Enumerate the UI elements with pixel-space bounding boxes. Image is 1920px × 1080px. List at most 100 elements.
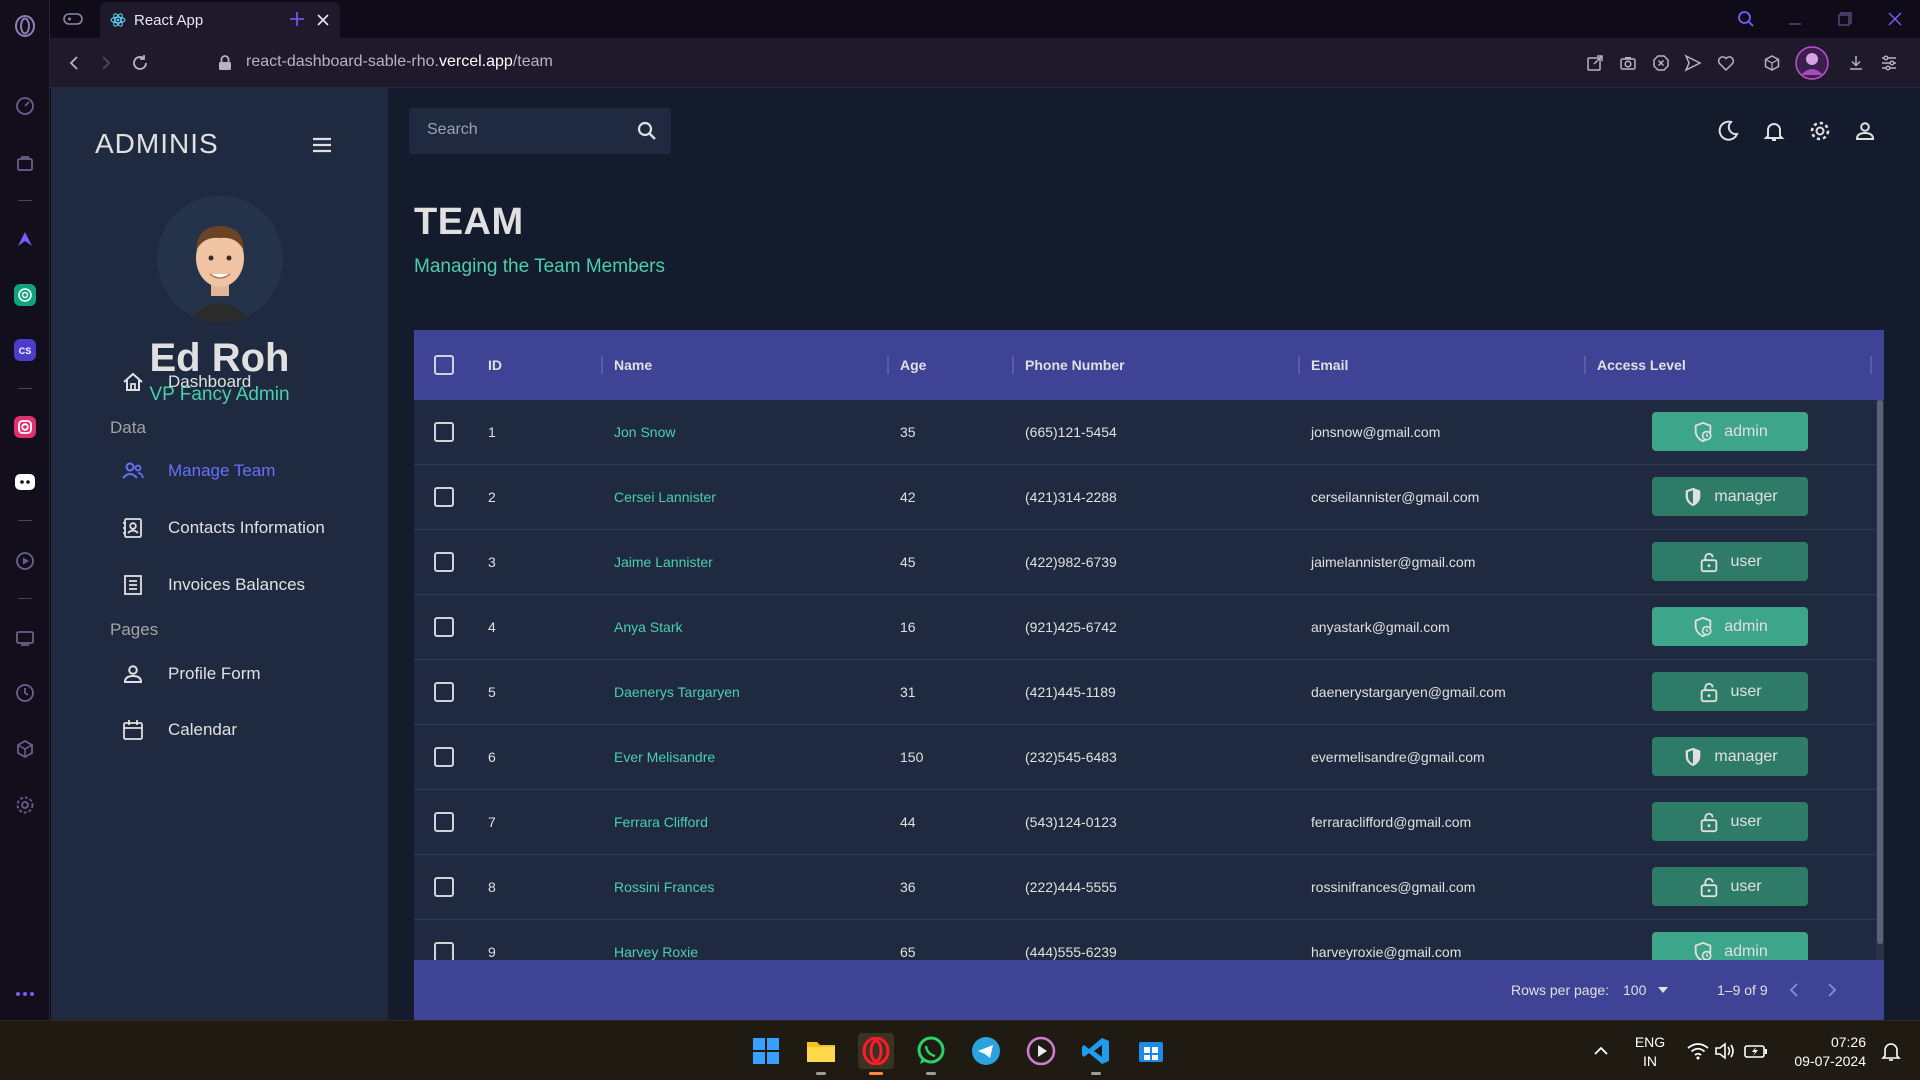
sidebar-item-calendar[interactable]: Calendar bbox=[120, 710, 237, 750]
search-input[interactable]: Search bbox=[409, 108, 671, 154]
table-row[interactable]: 5 Daenerys Targaryen 31 (421)445-1189 daener… bbox=[414, 660, 1876, 725]
heart-icon[interactable] bbox=[1714, 51, 1738, 75]
next-page-icon[interactable] bbox=[1826, 960, 1838, 1020]
sidebar-item-dashboard[interactable]: Dashboard bbox=[120, 362, 251, 402]
telegram-icon[interactable] bbox=[968, 1033, 1004, 1069]
lock-icon bbox=[213, 51, 237, 75]
row-checkbox[interactable] bbox=[434, 920, 454, 960]
sidebar-item-invoices[interactable]: Invoices Balances bbox=[120, 565, 305, 605]
row-checkbox[interactable] bbox=[434, 400, 454, 464]
history-icon[interactable] bbox=[12, 680, 38, 706]
battery-icon[interactable] bbox=[1738, 1033, 1774, 1069]
table-row[interactable]: 3 Jaime Lannister 45 (422)982-6739 jaimelann… bbox=[414, 530, 1876, 595]
whatsapp-icon[interactable] bbox=[913, 1033, 949, 1075]
tabs-icon[interactable] bbox=[12, 625, 38, 651]
table-row[interactable]: 9 Harvey Roxie 65 (444)555-6239 harveyroxie@… bbox=[414, 920, 1876, 960]
language-indicator[interactable]: ENG IN bbox=[1625, 1033, 1675, 1071]
media-player-icon[interactable] bbox=[1023, 1033, 1059, 1069]
vscode-icon[interactable] bbox=[1078, 1033, 1114, 1075]
extensions-icon[interactable] bbox=[12, 736, 38, 762]
page-title: TEAM bbox=[414, 201, 524, 243]
settings-icon[interactable] bbox=[1806, 117, 1834, 145]
aria-ai-icon[interactable] bbox=[12, 226, 38, 252]
select-all-checkbox[interactable] bbox=[434, 330, 454, 400]
cell-name: Jon Snow bbox=[614, 424, 676, 440]
discord-icon[interactable] bbox=[12, 469, 38, 495]
table-row[interactable]: 8 Rossini Frances 36 (222)444-5555 rossinifr… bbox=[414, 855, 1876, 920]
cs-app-icon[interactable]: CS bbox=[12, 337, 38, 363]
search-tabs-icon[interactable] bbox=[1731, 6, 1761, 32]
column-header-phone[interactable]: Phone Number bbox=[1025, 330, 1125, 400]
download-icon[interactable] bbox=[1844, 51, 1868, 75]
access-level-badge: manager bbox=[1652, 737, 1808, 776]
user-icon[interactable] bbox=[1851, 117, 1879, 145]
prev-page-icon[interactable] bbox=[1788, 960, 1800, 1020]
access-level-badge: admin bbox=[1652, 412, 1808, 451]
table-row[interactable]: 7 Ferrara Clifford 44 (543)124-0123 ferrarac… bbox=[414, 790, 1876, 855]
row-checkbox[interactable] bbox=[434, 725, 454, 789]
notification-center-icon[interactable] bbox=[1873, 1033, 1909, 1069]
file-explorer-icon[interactable] bbox=[803, 1033, 839, 1075]
store-icon[interactable] bbox=[1133, 1033, 1169, 1069]
easy-setup-icon[interactable] bbox=[1877, 51, 1901, 75]
close-tab-icon[interactable] bbox=[316, 13, 330, 27]
back-icon[interactable] bbox=[62, 51, 86, 75]
table-row[interactable]: 2 Cersei Lannister 42 (421)314-2288 cerseila… bbox=[414, 465, 1876, 530]
dark-mode-icon[interactable] bbox=[1714, 117, 1742, 145]
opera-taskbar-icon[interactable] bbox=[858, 1033, 894, 1075]
send-icon[interactable] bbox=[1681, 51, 1705, 75]
close-window-icon[interactable] bbox=[1880, 6, 1910, 32]
chatgpt-icon[interactable] bbox=[12, 282, 38, 308]
menu-toggle-icon[interactable] bbox=[309, 132, 335, 158]
table-scrollbar[interactable] bbox=[1876, 400, 1884, 960]
adblock-icon[interactable] bbox=[1649, 51, 1673, 75]
column-header-access[interactable]: Access Level bbox=[1597, 330, 1686, 400]
windows-start-icon[interactable] bbox=[748, 1033, 784, 1069]
table-row[interactable]: 1 Jon Snow 35 (665)121-5454 jonsnow@gmail.co… bbox=[414, 400, 1876, 465]
box-extension-icon[interactable] bbox=[1760, 51, 1784, 75]
profile-avatar[interactable] bbox=[1794, 45, 1830, 81]
show-hidden-icons-icon[interactable] bbox=[1583, 1033, 1619, 1069]
column-header-name[interactable]: Name bbox=[614, 330, 652, 400]
gamepad-icon[interactable] bbox=[60, 7, 86, 31]
forward-icon[interactable] bbox=[94, 51, 118, 75]
column-header-id[interactable]: ID bbox=[488, 330, 502, 400]
url-field[interactable]: react-dashboard-sable-rho.vercel.app/tea… bbox=[246, 53, 553, 71]
sidebar-item-profile-form[interactable]: Profile Form bbox=[120, 654, 261, 694]
access-level-badge: user bbox=[1652, 867, 1808, 906]
speed-dial-icon[interactable] bbox=[12, 93, 38, 119]
new-tab-icon[interactable] bbox=[284, 7, 310, 31]
shopping-bag-icon[interactable] bbox=[12, 150, 38, 176]
opera-logo-icon[interactable] bbox=[12, 13, 38, 39]
notifications-icon[interactable] bbox=[1760, 117, 1788, 145]
share-icon[interactable] bbox=[1583, 51, 1607, 75]
row-checkbox[interactable] bbox=[434, 530, 454, 594]
table-row[interactable]: 4 Anya Stark 16 (921)425-6742 anyastark@gmai… bbox=[414, 595, 1876, 660]
instagram-icon[interactable] bbox=[12, 414, 38, 440]
camera-icon[interactable] bbox=[1616, 51, 1640, 75]
row-checkbox[interactable] bbox=[434, 790, 454, 854]
restore-icon[interactable] bbox=[1830, 6, 1860, 32]
access-level-badge: user bbox=[1652, 672, 1808, 711]
column-header-age[interactable]: Age bbox=[900, 330, 926, 400]
browser-sidebar: CS bbox=[0, 0, 50, 1020]
row-checkbox[interactable] bbox=[434, 855, 454, 919]
column-header-email[interactable]: Email bbox=[1311, 330, 1348, 400]
row-checkbox[interactable] bbox=[434, 660, 454, 724]
clock[interactable]: 07:26 09-07-2024 bbox=[1782, 1033, 1866, 1071]
player-icon[interactable] bbox=[12, 548, 38, 574]
search-icon[interactable] bbox=[635, 119, 659, 143]
table-row[interactable]: 6 Ever Melisandre 150 (232)545-6483 evermeli… bbox=[414, 725, 1876, 790]
language-region: IN bbox=[1643, 1053, 1657, 1069]
cell-age: 36 bbox=[900, 879, 916, 895]
reload-icon[interactable] bbox=[128, 51, 152, 75]
settings-rail-icon[interactable] bbox=[12, 792, 38, 818]
minimize-icon[interactable] bbox=[1780, 6, 1810, 32]
sidebar-item-contacts[interactable]: Contacts Information bbox=[120, 508, 325, 548]
row-checkbox[interactable] bbox=[434, 595, 454, 659]
sidebar-item-manage-team[interactable]: Manage Team bbox=[120, 451, 275, 491]
row-checkbox[interactable] bbox=[434, 465, 454, 529]
more-icon[interactable] bbox=[12, 981, 38, 1007]
cell-email: cerseilannister@gmail.com bbox=[1311, 489, 1480, 505]
rows-per-page-select[interactable]: 100 bbox=[1623, 960, 1669, 1020]
